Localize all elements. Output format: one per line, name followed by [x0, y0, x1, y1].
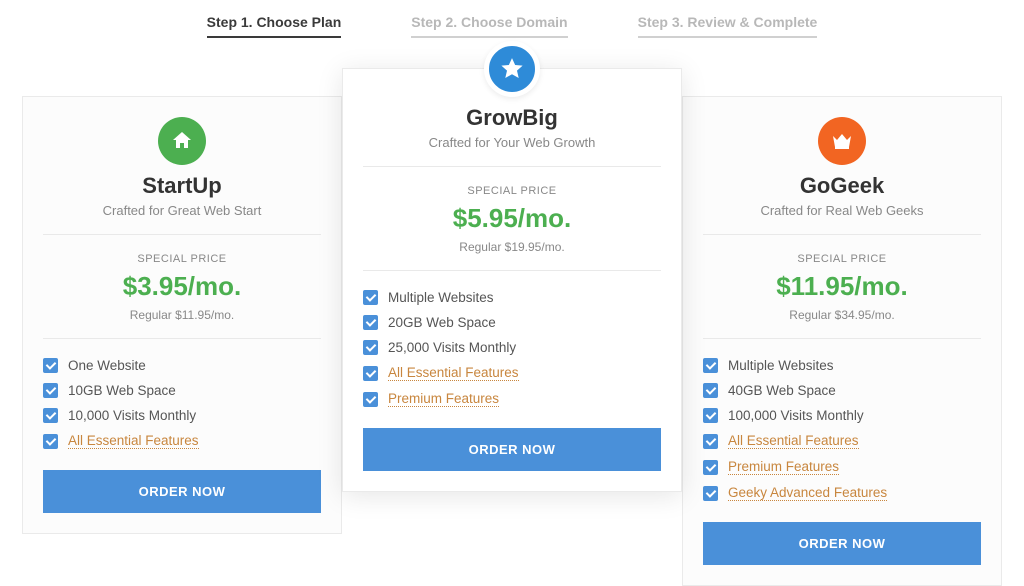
check-icon	[703, 358, 718, 373]
check-icon	[43, 434, 58, 449]
feature-item: 25,000 Visits Monthly	[363, 335, 661, 360]
feature-item: 10GB Web Space	[43, 378, 321, 403]
feature-item: Multiple Websites	[363, 285, 661, 310]
star-icon	[484, 41, 540, 97]
feature-list: One Website 10GB Web Space 10,000 Visits M…	[43, 339, 321, 470]
plans-row: StartUp Crafted for Great Web Start SPECIA…	[0, 56, 1024, 586]
feature-link[interactable]: Premium Features	[388, 391, 499, 407]
feature-link[interactable]: All Essential Features	[68, 433, 199, 449]
price-label: SPECIAL PRICE	[363, 185, 661, 197]
check-icon	[703, 383, 718, 398]
feature-item: Premium Features	[703, 454, 981, 480]
feature-text: 40GB Web Space	[728, 383, 836, 398]
check-icon	[363, 340, 378, 355]
price-regular: Regular $11.95/mo.	[43, 308, 321, 322]
feature-text: 25,000 Visits Monthly	[388, 340, 516, 355]
feature-text: One Website	[68, 358, 146, 373]
feature-link[interactable]: Premium Features	[728, 459, 839, 475]
check-icon	[703, 434, 718, 449]
price-value: $11.95/mo.	[703, 271, 981, 302]
step-3[interactable]: Step 3. Review & Complete	[638, 14, 818, 38]
price-regular: Regular $19.95/mo.	[363, 240, 661, 254]
price-label: SPECIAL PRICE	[703, 253, 981, 265]
feature-link[interactable]: All Essential Features	[388, 365, 519, 381]
order-now-button[interactable]: ORDER NOW	[363, 428, 661, 471]
check-icon	[703, 408, 718, 423]
feature-item: One Website	[43, 353, 321, 378]
check-icon	[363, 315, 378, 330]
plan-tagline: Crafted for Real Web Geeks	[703, 203, 981, 218]
check-icon	[43, 408, 58, 423]
feature-item: Multiple Websites	[703, 353, 981, 378]
price-value: $5.95/mo.	[363, 203, 661, 234]
plan-name: GoGeek	[703, 173, 981, 199]
feature-link[interactable]: Geeky Advanced Features	[728, 485, 887, 501]
price-label: SPECIAL PRICE	[43, 253, 321, 265]
plan-card-startup: StartUp Crafted for Great Web Start SPECIA…	[22, 96, 342, 534]
feature-item: All Essential Features	[363, 360, 661, 386]
price-block: SPECIAL PRICE $11.95/mo. Regular $34.95/mo…	[703, 235, 981, 339]
plan-card-gogeek: GoGeek Crafted for Real Web Geeks SPECIAL …	[682, 96, 1002, 586]
price-regular: Regular $34.95/mo.	[703, 308, 981, 322]
plan-header: GrowBig Crafted for Your Web Growth	[363, 69, 661, 167]
feature-text: 20GB Web Space	[388, 315, 496, 330]
step-1: Step 1. Choose Plan	[207, 14, 342, 38]
feature-text: 10,000 Visits Monthly	[68, 408, 196, 423]
crown-icon	[818, 117, 866, 165]
feature-text: 10GB Web Space	[68, 383, 176, 398]
feature-text: 100,000 Visits Monthly	[728, 408, 864, 423]
check-icon	[703, 486, 718, 501]
step-2[interactable]: Step 2. Choose Domain	[411, 14, 567, 38]
feature-item: Premium Features	[363, 386, 661, 412]
check-icon	[43, 358, 58, 373]
price-block: SPECIAL PRICE $3.95/mo. Regular $11.95/mo.	[43, 235, 321, 339]
feature-item: All Essential Features	[43, 428, 321, 454]
check-icon	[43, 383, 58, 398]
check-icon	[703, 460, 718, 475]
plan-header: StartUp Crafted for Great Web Start	[43, 97, 321, 235]
feature-item: 40GB Web Space	[703, 378, 981, 403]
plan-tagline: Crafted for Your Web Growth	[363, 135, 661, 150]
plan-tagline: Crafted for Great Web Start	[43, 203, 321, 218]
home-icon	[158, 117, 206, 165]
plan-card-growbig: GrowBig Crafted for Your Web Growth SPECIA…	[342, 68, 682, 492]
plan-name: GrowBig	[363, 105, 661, 131]
order-now-button[interactable]: ORDER NOW	[703, 522, 981, 565]
price-block: SPECIAL PRICE $5.95/mo. Regular $19.95/mo.	[363, 167, 661, 271]
feature-item: 20GB Web Space	[363, 310, 661, 335]
feature-item: 10,000 Visits Monthly	[43, 403, 321, 428]
order-now-button[interactable]: ORDER NOW	[43, 470, 321, 513]
feature-list: Multiple Websites 20GB Web Space 25,000 Vi…	[363, 271, 661, 428]
feature-link[interactable]: All Essential Features	[728, 433, 859, 449]
feature-item: 100,000 Visits Monthly	[703, 403, 981, 428]
feature-list: Multiple Websites 40GB Web Space 100,000 V…	[703, 339, 981, 522]
feature-text: Multiple Websites	[388, 290, 494, 305]
check-icon	[363, 392, 378, 407]
plan-header: GoGeek Crafted for Real Web Geeks	[703, 97, 981, 235]
check-icon	[363, 290, 378, 305]
price-value: $3.95/mo.	[43, 271, 321, 302]
plan-name: StartUp	[43, 173, 321, 199]
check-icon	[363, 366, 378, 381]
feature-item: All Essential Features	[703, 428, 981, 454]
feature-text: Multiple Websites	[728, 358, 834, 373]
feature-item: Geeky Advanced Features	[703, 480, 981, 506]
